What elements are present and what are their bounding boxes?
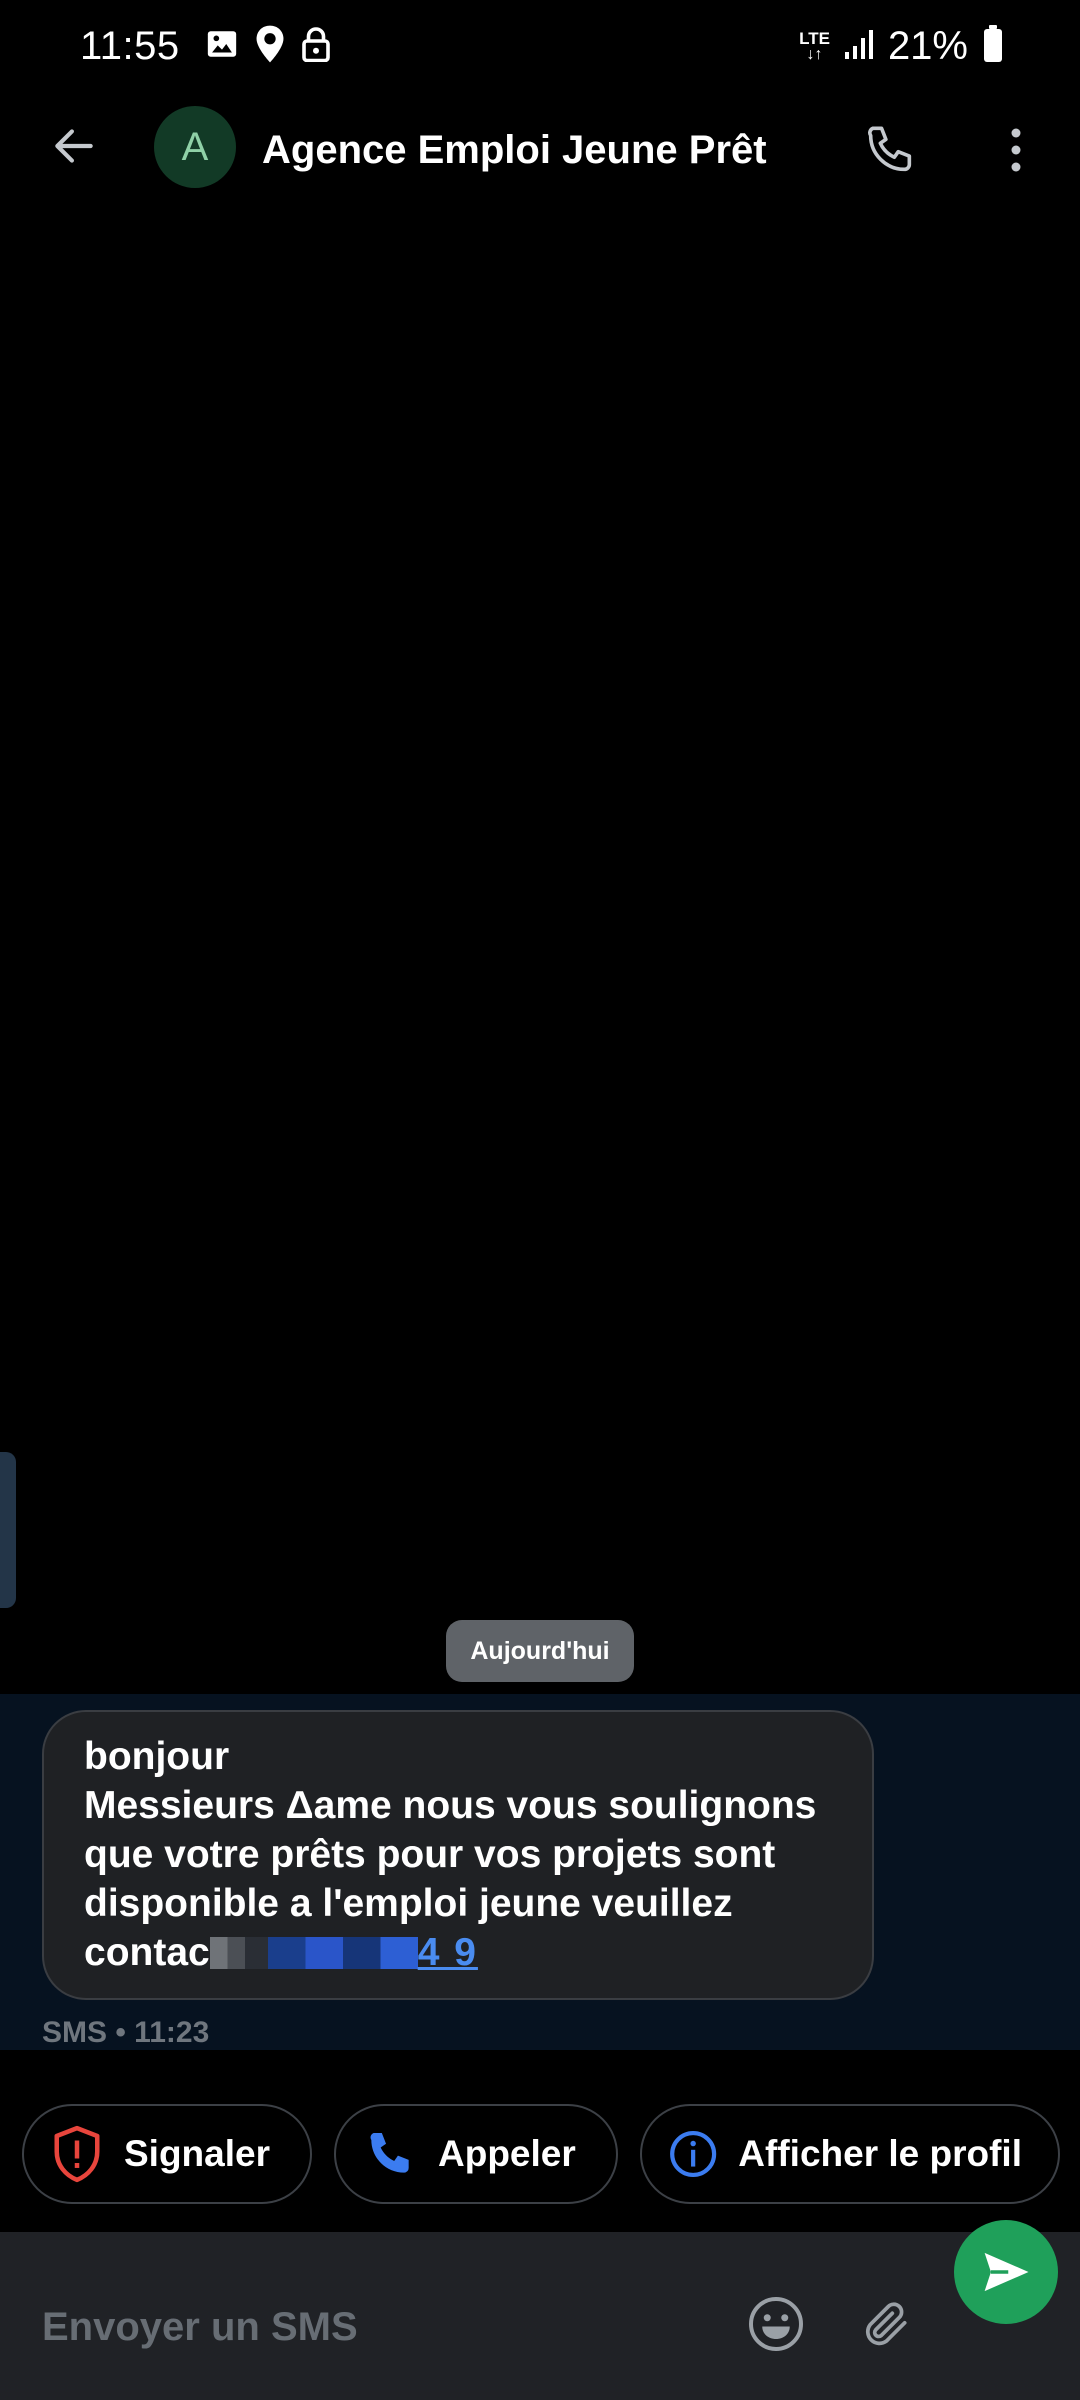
signal-icon [844,28,874,65]
call-action-button[interactable]: Appeler [334,2104,618,2204]
message-input[interactable]: Envoyer un SMS [42,2302,358,2352]
avatar[interactable]: A [154,106,236,188]
emoji-button[interactable] [742,2290,810,2358]
more-options-button[interactable] [988,112,1044,188]
battery-percent: 21% [887,24,968,68]
info-icon [670,2130,717,2178]
message-meta: SMS • 11:23 [42,2016,210,2049]
phone-number-link[interactable]: 4 9 [267,1931,478,1974]
call-label: Appeler [438,2133,576,2174]
status-icons-left [205,24,331,68]
message-bubble[interactable]: bonjour Messieurs Δame nous vous soulign… [42,1710,874,2000]
emoji-icon [749,2297,803,2351]
call-button[interactable] [852,112,928,188]
lock-icon [301,26,331,67]
action-chips: Signaler Appeler Afficher le profil [22,2104,1060,2208]
profile-label: Afficher le profil [738,2133,1022,2174]
paperclip-icon [865,2302,907,2346]
report-label: Signaler [124,2133,270,2174]
redacted-block [209,1937,268,1969]
message-line: que votre prêts pour vos projets sont [84,1833,776,1876]
date-separator: Aujourd'hui [446,1620,634,1682]
view-profile-button[interactable]: Afficher le profil [640,2104,1060,2204]
message-line: disponible a l'emploi jeune veuillez [84,1882,733,1925]
attach-button[interactable] [852,2290,920,2358]
message-line-prefix: contac [84,1931,210,1974]
message-line: Messieurs Δame nous vous soulignons [84,1784,817,1827]
phone-icon [868,126,912,172]
message-line: bonjour [84,1735,230,1778]
lte-icon: LTE ↓↑ [799,28,830,63]
back-arrow-icon [55,129,93,163]
send-icon [984,2252,1029,2292]
battery-icon [982,24,1004,68]
phone-icon [370,2133,409,2173]
more-vertical-icon [1011,128,1021,172]
report-button[interactable]: Signaler [22,2104,312,2204]
location-icon [253,24,287,69]
message-line: contac 4 9 [84,1928,832,1977]
redacted-block [267,1937,418,1969]
conversation-title[interactable]: Agence Emploi Jeune Prêt [262,122,767,178]
edge-panel-handle[interactable] [0,1452,16,1608]
status-icons-right: LTE ↓↑ 21% [799,22,1004,70]
status-time: 11:55 [80,24,180,68]
message-text: bonjour Messieurs Δame nous vous soulign… [84,1732,832,1977]
shield-alert-icon [54,2125,100,2183]
image-icon [205,27,239,66]
back-button[interactable] [40,112,108,180]
send-button[interactable] [954,2220,1058,2324]
